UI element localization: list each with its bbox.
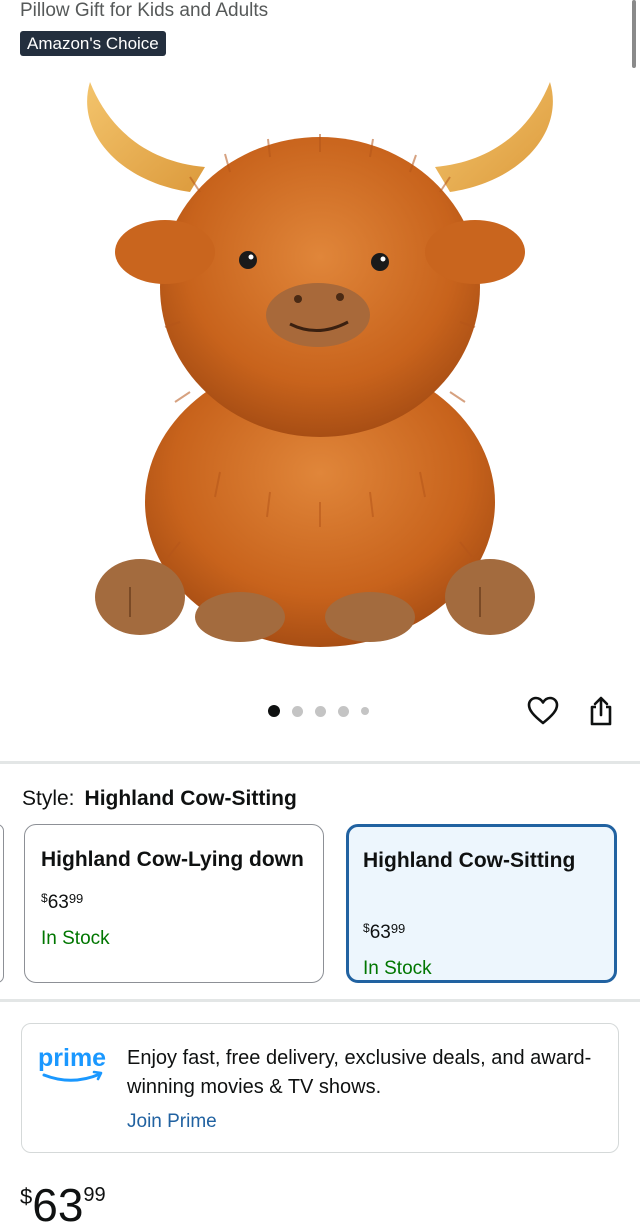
- price-whole: 63: [32, 1179, 84, 1231]
- prime-message: Enjoy fast, free delivery, exclusive dea…: [127, 1047, 592, 1098]
- product-title-line: Pillow Gift for Kids and Adults: [20, 0, 269, 21]
- style-option-availability: In Stock: [363, 958, 432, 979]
- style-option-price: $6399: [363, 921, 406, 943]
- amazons-choice-badge[interactable]: Amazon's Choice: [20, 31, 166, 56]
- front-left-hoof: [95, 559, 185, 635]
- product-image[interactable]: [70, 72, 570, 672]
- section-divider: [0, 761, 640, 764]
- snout: [266, 283, 370, 347]
- style-option-price: $6399: [41, 891, 84, 913]
- heart-icon: [527, 696, 559, 725]
- price-fraction: 99: [83, 1184, 106, 1206]
- right-horn: [435, 82, 553, 192]
- style-option-lying-down[interactable]: Highland Cow-Lying down $6399 In Stock: [24, 824, 324, 983]
- join-prime-link[interactable]: Join Prime: [127, 1111, 217, 1133]
- style-selector-header: Style: Highland Cow-Sitting: [22, 786, 297, 812]
- share-button[interactable]: [583, 693, 619, 729]
- prime-promo-card[interactable]: prime Enjoy fast, free delivery, exclusi…: [21, 1023, 619, 1153]
- carousel-dot-5[interactable]: [361, 707, 369, 715]
- selected-style-value: Highland Cow-Sitting: [84, 787, 297, 810]
- carousel-dot-3[interactable]: [315, 705, 326, 717]
- style-label: Style:: [22, 787, 75, 810]
- front-right-hoof: [445, 559, 535, 635]
- svg-text:prime: prime: [38, 1044, 106, 1072]
- prime-logo-icon: prime: [38, 1044, 106, 1082]
- carousel-dot-4[interactable]: [338, 705, 349, 717]
- carousel-dot-2[interactable]: [292, 705, 303, 717]
- style-option-sitting-selected[interactable]: Highland Cow-Sitting $6399 In Stock: [346, 824, 617, 983]
- carousel-dot-1[interactable]: [268, 705, 280, 717]
- left-eye: [239, 251, 257, 269]
- scrollbar[interactable]: [632, 0, 636, 68]
- style-option-previous[interactable]: [0, 824, 4, 983]
- style-option-name: Highland Cow-Lying down: [41, 848, 304, 871]
- share-icon: [590, 696, 612, 726]
- back-right-hoof: [325, 592, 415, 642]
- image-carousel-indicator[interactable]: [268, 705, 369, 717]
- left-horn: [87, 82, 205, 192]
- style-option-availability: In Stock: [41, 928, 110, 949]
- product-price: $6399: [20, 1180, 106, 1231]
- section-divider: [0, 999, 640, 1002]
- style-option-name: Highland Cow-Sitting: [363, 849, 576, 872]
- right-eye: [371, 253, 389, 271]
- add-to-list-button[interactable]: [525, 693, 561, 729]
- back-left-hoof: [195, 592, 285, 642]
- price-currency-symbol: $: [20, 1184, 33, 1209]
